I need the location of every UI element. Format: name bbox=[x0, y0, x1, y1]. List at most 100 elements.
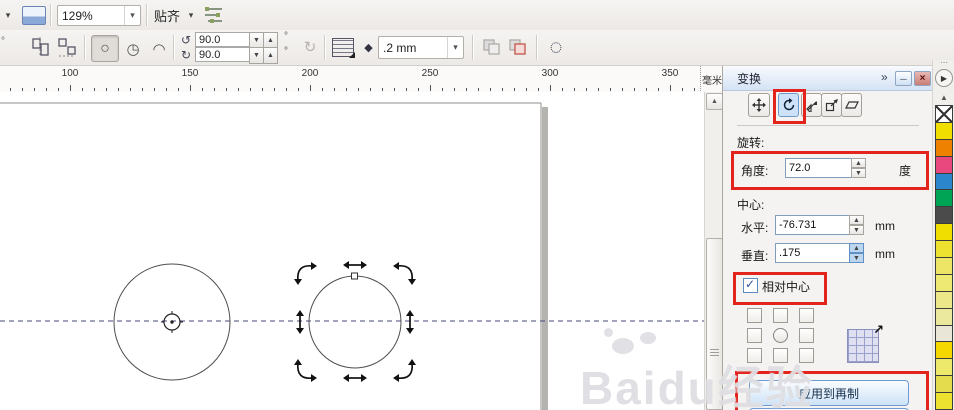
palette-scroll-up-icon[interactable]: ▲ bbox=[937, 91, 951, 103]
distribute-objects-icon[interactable] bbox=[57, 37, 78, 57]
angle-spin-up-icon[interactable]: ▲ bbox=[851, 158, 866, 168]
selected-circle-shape[interactable] bbox=[309, 276, 401, 368]
color-swatch[interactable] bbox=[935, 309, 953, 326]
ruler-unit-label: 毫米 bbox=[700, 66, 723, 93]
anchor-middle-left[interactable] bbox=[747, 328, 762, 343]
align-objects-icon[interactable] bbox=[30, 37, 51, 57]
rotation-center-marker[interactable] bbox=[161, 311, 183, 333]
docker-close-button[interactable]: × bbox=[914, 71, 931, 86]
color-swatch[interactable] bbox=[935, 275, 953, 292]
color-swatch[interactable] bbox=[935, 393, 953, 410]
anchor-top-left[interactable] bbox=[747, 308, 762, 323]
drawing-canvas[interactable] bbox=[0, 92, 704, 410]
alignment-guides-icon[interactable] bbox=[204, 6, 224, 24]
color-swatch[interactable] bbox=[935, 292, 953, 309]
anchor-top-center[interactable] bbox=[773, 308, 788, 323]
snap-to-button[interactable]: 贴齐 bbox=[154, 7, 180, 23]
rotate-handle-top-left[interactable] bbox=[294, 262, 317, 285]
horizontal-spin-down-icon[interactable]: ▼ bbox=[849, 225, 864, 235]
angle-spin-down-icon[interactable]: ▼ bbox=[851, 168, 866, 178]
color-swatch[interactable] bbox=[935, 207, 953, 224]
anchor-center-radio[interactable] bbox=[773, 328, 788, 343]
ellipse-node-handle[interactable] bbox=[352, 273, 358, 279]
toolbar-overflow-arrow-icon[interactable]: ▾ bbox=[2, 8, 14, 22]
snap-dropdown-icon[interactable]: ▾ bbox=[186, 10, 196, 20]
relative-center-checkbox[interactable] bbox=[743, 278, 758, 293]
no-color-swatch[interactable] bbox=[935, 105, 953, 123]
arc-mode-button[interactable]: ◠ bbox=[146, 35, 172, 62]
anchor-bottom-right[interactable] bbox=[799, 348, 814, 363]
color-palette-swatches bbox=[933, 105, 954, 410]
vertical-spin-down-icon[interactable]: ▼ bbox=[849, 253, 864, 263]
rotate-handle-top-right[interactable] bbox=[393, 262, 416, 285]
skew-handle-top[interactable] bbox=[343, 261, 367, 269]
apply-to-duplicate-button[interactable]: 应用到再制 bbox=[749, 380, 909, 406]
ruler-tick-label: 300 bbox=[542, 68, 559, 79]
canvas-graphics bbox=[0, 92, 704, 410]
vertical-spinner-highlighted[interactable]: ▲ ▼ bbox=[849, 243, 864, 263]
end-angle-spin-down[interactable]: ▼ bbox=[249, 47, 264, 64]
outline-width-combo[interactable]: .2 mm ▾ bbox=[378, 36, 464, 59]
scrollbar-thumb[interactable] bbox=[706, 238, 723, 410]
rotate-transform-button[interactable] bbox=[778, 93, 799, 117]
pie-mode-button[interactable]: ◷ bbox=[120, 35, 146, 62]
skew-transform-button[interactable] bbox=[841, 93, 862, 117]
zoom-dropdown-icon[interactable]: ▾ bbox=[124, 6, 140, 25]
color-swatch[interactable] bbox=[935, 224, 953, 241]
horizontal-spinner[interactable]: ▲ ▼ bbox=[849, 215, 864, 235]
vertical-scrollbar[interactable]: ▲ bbox=[704, 92, 723, 410]
color-swatch[interactable] bbox=[935, 342, 953, 359]
position-transform-button[interactable] bbox=[748, 93, 770, 117]
color-swatch[interactable] bbox=[935, 157, 953, 174]
standard-toolbar: ▾ 129% ▾ 贴齐 ▾ bbox=[0, 0, 954, 31]
outline-width-dropdown-icon[interactable]: ▾ bbox=[447, 37, 463, 58]
horizontal-center-input[interactable] bbox=[775, 215, 851, 235]
end-angle-spin-up[interactable]: ▲ bbox=[263, 47, 278, 64]
scale-mirror-transform-button[interactable] bbox=[801, 93, 822, 117]
docker-minimize-button[interactable]: ─ bbox=[895, 71, 912, 86]
anchor-bottom-center[interactable] bbox=[773, 348, 788, 363]
zoom-level-combo[interactable]: 129% ▾ bbox=[57, 5, 141, 26]
ellipse-mode-button[interactable]: ○ bbox=[91, 35, 119, 62]
docker-overflow-icon[interactable]: » bbox=[881, 70, 888, 84]
color-swatch[interactable] bbox=[935, 190, 953, 207]
skew-handle-bottom[interactable] bbox=[343, 374, 367, 382]
rotate-handle-bottom-left[interactable] bbox=[294, 359, 317, 382]
to-front-icon-disabled bbox=[482, 38, 502, 56]
color-swatch[interactable] bbox=[935, 376, 953, 393]
end-angle-field[interactable]: 90.0 bbox=[195, 47, 253, 62]
angle-input[interactable] bbox=[785, 158, 853, 178]
color-swatch[interactable] bbox=[935, 174, 953, 191]
scroll-up-button[interactable]: ▲ bbox=[706, 93, 723, 110]
color-swatch[interactable] bbox=[935, 326, 953, 343]
angle-spinner[interactable]: ▲ ▼ bbox=[851, 158, 866, 178]
copies-grid-icon[interactable]: ↗ bbox=[847, 329, 879, 363]
outline-width-value: .2 mm bbox=[379, 41, 447, 55]
anchor-middle-right[interactable] bbox=[799, 328, 814, 343]
size-transform-button[interactable] bbox=[821, 93, 842, 117]
color-swatch[interactable] bbox=[935, 359, 953, 376]
vertical-spin-up-icon[interactable]: ▲ bbox=[849, 243, 864, 253]
ruler-tick-label: 350 bbox=[662, 68, 679, 79]
docker-titlebar[interactable]: 变换 » ─ × bbox=[723, 66, 933, 91]
center-section-label: 中心: bbox=[737, 196, 764, 213]
color-swatch[interactable] bbox=[935, 258, 953, 275]
anchor-bottom-left[interactable] bbox=[747, 348, 762, 363]
palette-flyout-button[interactable]: ▶ bbox=[935, 69, 953, 87]
color-swatch[interactable] bbox=[935, 140, 953, 157]
skew-handle-right[interactable] bbox=[406, 310, 414, 334]
vertical-center-input[interactable] bbox=[775, 243, 851, 263]
color-swatch[interactable] bbox=[935, 241, 953, 258]
start-angle-icon: ↺ bbox=[179, 33, 193, 47]
horizontal-ruler[interactable]: 100150200250300350 bbox=[0, 66, 700, 93]
wrap-text-flyout-corner bbox=[349, 52, 355, 58]
start-angle-field[interactable]: 90.0 bbox=[195, 32, 253, 47]
export-image-icon[interactable] bbox=[22, 6, 46, 25]
clipped-control: ° bbox=[1, 36, 5, 47]
skew-handle-left[interactable] bbox=[296, 310, 304, 334]
color-swatch[interactable] bbox=[935, 123, 953, 140]
rotate-handle-bottom-right[interactable] bbox=[393, 359, 416, 382]
horizontal-spin-up-icon[interactable]: ▲ bbox=[849, 215, 864, 225]
convert-to-curves-icon[interactable]: ◌ bbox=[543, 34, 569, 60]
anchor-top-right[interactable] bbox=[799, 308, 814, 323]
